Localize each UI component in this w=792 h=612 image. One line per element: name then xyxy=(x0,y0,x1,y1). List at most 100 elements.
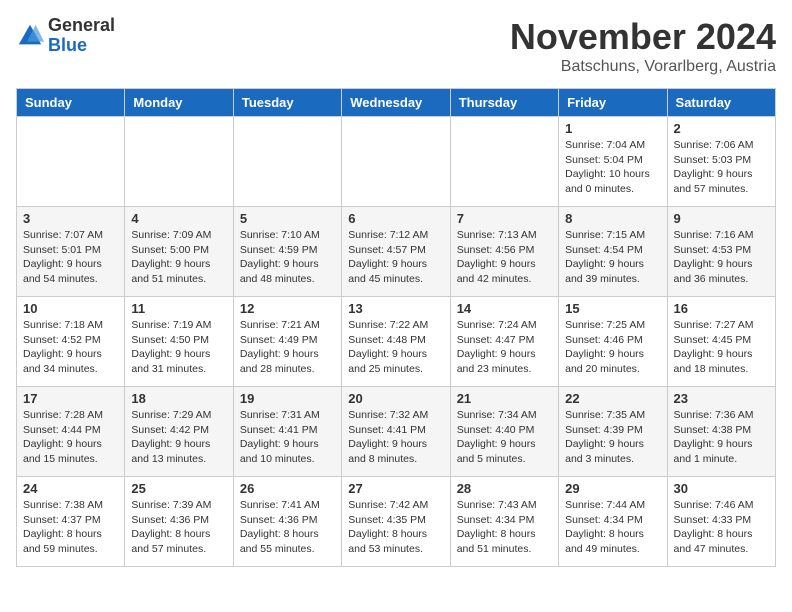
calendar-cell-w3-d5: 15 Sunrise: 7:25 AM Sunset: 4:46 PM Dayli… xyxy=(559,297,667,387)
calendar-cell-w2-d0: 3 Sunrise: 7:07 AM Sunset: 5:01 PM Daylig… xyxy=(17,207,125,297)
calendar-cell-w3-d4: 14Sunrise: 7:24 AM Sunset: 4:47 PM Dayli… xyxy=(450,297,558,387)
calendar-cell-w4-d5: 22 Sunrise: 7:35 AM Sunset: 4:39 PM Dayli… xyxy=(559,387,667,477)
logo-text: General Blue xyxy=(48,16,115,56)
day-number-11: 11 xyxy=(131,301,226,316)
day-info-17: Sunrise: 7:28 AM Sunset: 4:44 PM Dayligh… xyxy=(23,408,118,467)
calendar-cell-w2-d1: 4 Sunrise: 7:09 AM Sunset: 5:00 PM Daylig… xyxy=(125,207,233,297)
day-number-30: 30 xyxy=(674,481,769,496)
week-row-4: 17 Sunrise: 7:28 AM Sunset: 4:44 PM Dayli… xyxy=(17,387,776,477)
calendar-cell-w1-d3 xyxy=(342,117,450,207)
day-number-18: 18 xyxy=(131,391,226,406)
calendar-table: Sunday Monday Tuesday Wednesday Thursday… xyxy=(16,88,776,567)
day-number-21: 21 xyxy=(457,391,552,406)
day-info-19: Sunrise: 7:31 AM Sunset: 4:41 PM Dayligh… xyxy=(240,408,335,467)
day-info-22: Sunrise: 7:35 AM Sunset: 4:39 PM Dayligh… xyxy=(565,408,660,467)
day-info-1: Sunrise: 7:04 AM Sunset: 5:04 PM Dayligh… xyxy=(565,138,660,197)
header-saturday: Saturday xyxy=(667,89,775,117)
calendar-cell-w1-d1 xyxy=(125,117,233,207)
calendar-cell-w2-d4: 7Sunrise: 7:13 AM Sunset: 4:56 PM Daylig… xyxy=(450,207,558,297)
calendar-cell-w1-d6: 2 Sunrise: 7:06 AM Sunset: 5:03 PM Daylig… xyxy=(667,117,775,207)
day-number-5: 5 xyxy=(240,211,335,226)
day-number-4: 4 xyxy=(131,211,226,226)
week-row-5: 24Sunrise: 7:38 AM Sunset: 4:37 PM Dayli… xyxy=(17,477,776,567)
header-wednesday: Wednesday xyxy=(342,89,450,117)
day-number-22: 22 xyxy=(565,391,660,406)
day-number-23: 23 xyxy=(674,391,769,406)
day-info-3: Sunrise: 7:07 AM Sunset: 5:01 PM Dayligh… xyxy=(23,228,118,287)
header-friday: Friday xyxy=(559,89,667,117)
day-info-20: Sunrise: 7:32 AM Sunset: 4:41 PM Dayligh… xyxy=(348,408,443,467)
logo-general-text: General xyxy=(48,16,115,36)
calendar-cell-w3-d2: 12 Sunrise: 7:21 AM Sunset: 4:49 PM Dayli… xyxy=(233,297,341,387)
day-info-13: Sunrise: 7:22 AM Sunset: 4:48 PM Dayligh… xyxy=(348,318,443,377)
day-number-15: 15 xyxy=(565,301,660,316)
title-section: November 2024 Batschuns, Vorarlberg, Aus… xyxy=(510,16,776,76)
day-info-15: Sunrise: 7:25 AM Sunset: 4:46 PM Dayligh… xyxy=(565,318,660,377)
calendar-cell-w3-d1: 11 Sunrise: 7:19 AM Sunset: 4:50 PM Dayli… xyxy=(125,297,233,387)
day-number-12: 12 xyxy=(240,301,335,316)
calendar-cell-w5-d4: 28 Sunrise: 7:43 AM Sunset: 4:34 PM Dayli… xyxy=(450,477,558,567)
day-number-7: 7 xyxy=(457,211,552,226)
calendar-cell-w1-d5: 1Sunrise: 7:04 AM Sunset: 5:04 PM Daylig… xyxy=(559,117,667,207)
month-title: November 2024 xyxy=(510,16,776,58)
day-number-3: 3 xyxy=(23,211,118,226)
header: General Blue November 2024 Batschuns, Vo… xyxy=(16,16,776,76)
calendar-cell-w4-d3: 20Sunrise: 7:32 AM Sunset: 4:41 PM Dayli… xyxy=(342,387,450,477)
day-info-12: Sunrise: 7:21 AM Sunset: 4:49 PM Dayligh… xyxy=(240,318,335,377)
calendar-cell-w1-d0 xyxy=(17,117,125,207)
day-number-17: 17 xyxy=(23,391,118,406)
calendar-cell-w4-d0: 17 Sunrise: 7:28 AM Sunset: 4:44 PM Dayli… xyxy=(17,387,125,477)
header-thursday: Thursday xyxy=(450,89,558,117)
calendar-cell-w4-d1: 18 Sunrise: 7:29 AM Sunset: 4:42 PM Dayli… xyxy=(125,387,233,477)
day-info-25: Sunrise: 7:39 AM Sunset: 4:36 PM Dayligh… xyxy=(131,498,226,557)
week-row-2: 3 Sunrise: 7:07 AM Sunset: 5:01 PM Daylig… xyxy=(17,207,776,297)
logo-blue-text: Blue xyxy=(48,36,115,56)
calendar-cell-w5-d2: 26Sunrise: 7:41 AM Sunset: 4:36 PM Dayli… xyxy=(233,477,341,567)
day-info-30: Sunrise: 7:46 AM Sunset: 4:33 PM Dayligh… xyxy=(674,498,769,557)
week-row-3: 10 Sunrise: 7:18 AM Sunset: 4:52 PM Dayli… xyxy=(17,297,776,387)
calendar-cell-w5-d6: 30 Sunrise: 7:46 AM Sunset: 4:33 PM Dayli… xyxy=(667,477,775,567)
calendar-cell-w2-d6: 9 Sunrise: 7:16 AM Sunset: 4:53 PM Daylig… xyxy=(667,207,775,297)
day-number-28: 28 xyxy=(457,481,552,496)
day-number-6: 6 xyxy=(348,211,443,226)
header-tuesday: Tuesday xyxy=(233,89,341,117)
day-number-10: 10 xyxy=(23,301,118,316)
day-info-18: Sunrise: 7:29 AM Sunset: 4:42 PM Dayligh… xyxy=(131,408,226,467)
day-number-27: 27 xyxy=(348,481,443,496)
day-info-2: Sunrise: 7:06 AM Sunset: 5:03 PM Dayligh… xyxy=(674,138,769,197)
day-info-11: Sunrise: 7:19 AM Sunset: 4:50 PM Dayligh… xyxy=(131,318,226,377)
day-number-13: 13 xyxy=(348,301,443,316)
day-info-9: Sunrise: 7:16 AM Sunset: 4:53 PM Dayligh… xyxy=(674,228,769,287)
day-number-9: 9 xyxy=(674,211,769,226)
calendar-cell-w1-d4 xyxy=(450,117,558,207)
day-number-25: 25 xyxy=(131,481,226,496)
day-info-26: Sunrise: 7:41 AM Sunset: 4:36 PM Dayligh… xyxy=(240,498,335,557)
day-info-28: Sunrise: 7:43 AM Sunset: 4:34 PM Dayligh… xyxy=(457,498,552,557)
calendar-cell-w5-d1: 25 Sunrise: 7:39 AM Sunset: 4:36 PM Dayli… xyxy=(125,477,233,567)
calendar-cell-w3-d0: 10 Sunrise: 7:18 AM Sunset: 4:52 PM Dayli… xyxy=(17,297,125,387)
day-number-2: 2 xyxy=(674,121,769,136)
calendar-cell-w3-d3: 13 Sunrise: 7:22 AM Sunset: 4:48 PM Dayli… xyxy=(342,297,450,387)
day-info-5: Sunrise: 7:10 AM Sunset: 4:59 PM Dayligh… xyxy=(240,228,335,287)
calendar-cell-w5-d0: 24Sunrise: 7:38 AM Sunset: 4:37 PM Dayli… xyxy=(17,477,125,567)
calendar-cell-w5-d5: 29Sunrise: 7:44 AM Sunset: 4:34 PM Dayli… xyxy=(559,477,667,567)
day-info-14: Sunrise: 7:24 AM Sunset: 4:47 PM Dayligh… xyxy=(457,318,552,377)
day-info-6: Sunrise: 7:12 AM Sunset: 4:57 PM Dayligh… xyxy=(348,228,443,287)
calendar-cell-w4-d4: 21 Sunrise: 7:34 AM Sunset: 4:40 PM Dayli… xyxy=(450,387,558,477)
day-info-10: Sunrise: 7:18 AM Sunset: 4:52 PM Dayligh… xyxy=(23,318,118,377)
logo: General Blue xyxy=(16,16,115,56)
calendar-cell-w4-d6: 23Sunrise: 7:36 AM Sunset: 4:38 PM Dayli… xyxy=(667,387,775,477)
calendar-cell-w3-d6: 16Sunrise: 7:27 AM Sunset: 4:45 PM Dayli… xyxy=(667,297,775,387)
header-sunday: Sunday xyxy=(17,89,125,117)
day-info-29: Sunrise: 7:44 AM Sunset: 4:34 PM Dayligh… xyxy=(565,498,660,557)
calendar-cell-w4-d2: 19 Sunrise: 7:31 AM Sunset: 4:41 PM Dayli… xyxy=(233,387,341,477)
week-row-1: 1Sunrise: 7:04 AM Sunset: 5:04 PM Daylig… xyxy=(17,117,776,207)
day-info-4: Sunrise: 7:09 AM Sunset: 5:00 PM Dayligh… xyxy=(131,228,226,287)
calendar-cell-w5-d3: 27Sunrise: 7:42 AM Sunset: 4:35 PM Dayli… xyxy=(342,477,450,567)
logo-icon xyxy=(16,22,44,50)
day-number-16: 16 xyxy=(674,301,769,316)
calendar-cell-w2-d5: 8Sunrise: 7:15 AM Sunset: 4:54 PM Daylig… xyxy=(559,207,667,297)
day-number-19: 19 xyxy=(240,391,335,406)
header-monday: Monday xyxy=(125,89,233,117)
day-info-21: Sunrise: 7:34 AM Sunset: 4:40 PM Dayligh… xyxy=(457,408,552,467)
